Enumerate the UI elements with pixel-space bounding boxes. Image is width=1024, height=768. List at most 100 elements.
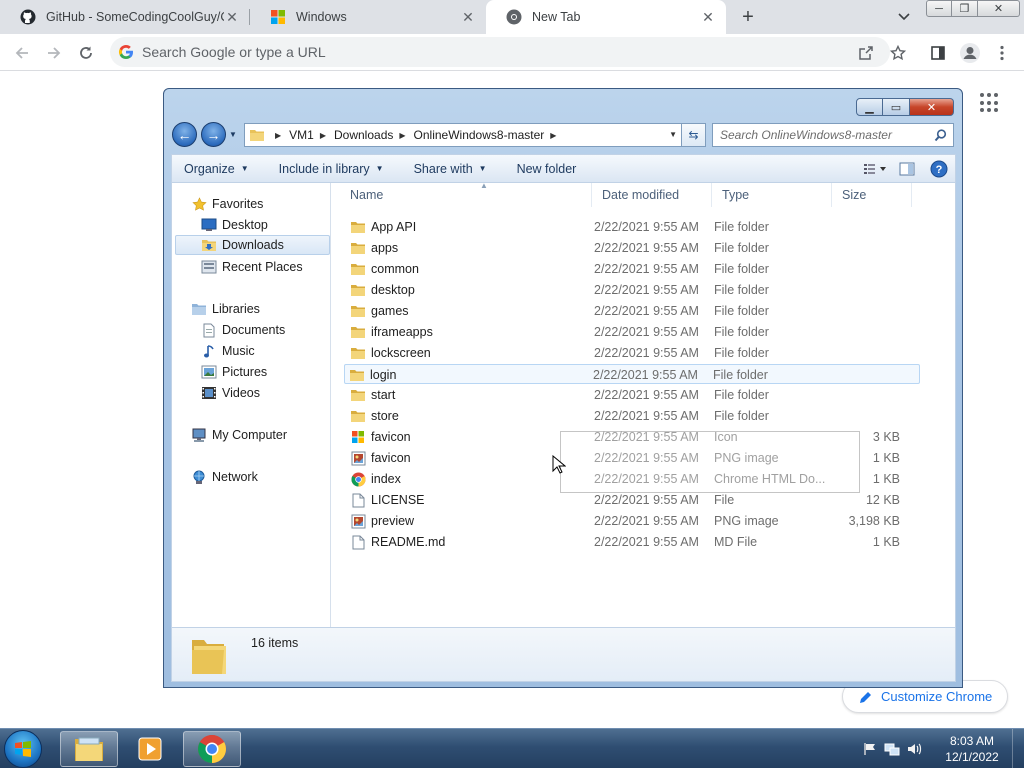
bookmark-star-icon[interactable] bbox=[886, 41, 910, 65]
share-icon[interactable] bbox=[854, 41, 878, 65]
start-button[interactable] bbox=[4, 730, 42, 768]
google-apps-grid-icon[interactable] bbox=[980, 93, 1000, 113]
browser-close-button[interactable]: ✕ bbox=[978, 0, 1020, 17]
close-tab-icon[interactable]: ✕ bbox=[700, 9, 716, 25]
column-header-name[interactable]: Name ▲ bbox=[340, 181, 592, 207]
nav-network[interactable]: Network bbox=[191, 467, 258, 487]
file-row[interactable]: desktop 2/22/2021 9:55 AM File folder bbox=[346, 280, 920, 300]
file-row[interactable]: LICENSE 2/22/2021 9:55 AM File 12 KB bbox=[346, 490, 920, 510]
explorer-minimize-button[interactable]: ▁ bbox=[856, 98, 883, 116]
windows-logo-icon bbox=[271, 10, 285, 24]
reload-button[interactable] bbox=[74, 41, 98, 65]
taskbar-explorer-button[interactable] bbox=[60, 731, 118, 767]
file-row[interactable]: apps 2/22/2021 9:55 AM File folder bbox=[346, 238, 920, 258]
address-history-dropdown-icon[interactable]: ▼ bbox=[669, 130, 677, 139]
file-row[interactable]: index 2/22/2021 9:55 AM Chrome HTML Do... 1… bbox=[346, 469, 920, 489]
omnibox[interactable] bbox=[110, 37, 890, 67]
column-header-date-modified[interactable]: Date modified bbox=[592, 183, 712, 207]
breadcrumb-root-arrow[interactable]: ▶ bbox=[269, 131, 289, 140]
nav-recent-places[interactable]: Recent Places bbox=[201, 257, 303, 277]
file-row[interactable]: iframeapps 2/22/2021 9:55 AM File folder bbox=[346, 322, 920, 342]
explorer-forward-button[interactable]: → bbox=[201, 122, 226, 147]
file-list-pane: Name ▲ Date modified Type Size App API 2/… bbox=[332, 181, 956, 627]
taskbar-media-player-button[interactable] bbox=[121, 731, 179, 767]
file-name: preview bbox=[371, 514, 415, 528]
share-with-menu-button[interactable]: Share with ▼ bbox=[414, 162, 487, 176]
explorer-address-bar[interactable]: ▶ VM1 ▶ Downloads ▶ OnlineWindows8-master ▶… bbox=[244, 123, 682, 147]
file-date-modified: 2/22/2021 9:55 AM bbox=[594, 514, 699, 528]
explorer-search-box[interactable] bbox=[712, 123, 954, 147]
file-row[interactable]: favicon 2/22/2021 9:55 AM PNG image 1 KB bbox=[346, 448, 920, 468]
explorer-refresh-button[interactable]: ⇆ bbox=[682, 123, 706, 147]
include-in-library-menu-button[interactable]: Include in library ▼ bbox=[279, 162, 384, 176]
show-desktop-button[interactable] bbox=[1012, 729, 1024, 768]
action-center-flag-icon[interactable] bbox=[860, 742, 880, 756]
nav-desktop[interactable]: Desktop bbox=[201, 215, 268, 235]
browser-restore-button[interactable]: ❐ bbox=[952, 0, 978, 17]
file-row[interactable]: favicon 2/22/2021 9:55 AM Icon 3 KB bbox=[346, 427, 920, 447]
tab-windows[interactable]: Windows ✕ bbox=[250, 0, 486, 34]
preview-pane-icon[interactable] bbox=[891, 157, 923, 181]
nav-downloads[interactable]: Downloads bbox=[175, 235, 330, 255]
file-row[interactable]: lockscreen 2/22/2021 9:55 AM File folder bbox=[346, 343, 920, 363]
organize-menu-button[interactable]: Organize ▼ bbox=[184, 162, 249, 176]
forward-button[interactable] bbox=[42, 41, 66, 65]
omnibox-input[interactable] bbox=[142, 44, 742, 60]
file-date-modified: 2/22/2021 9:55 AM bbox=[594, 325, 699, 339]
file-size bbox=[826, 301, 900, 321]
nav-libraries[interactable]: Libraries bbox=[191, 299, 260, 319]
close-tab-icon[interactable]: ✕ bbox=[460, 9, 476, 25]
change-view-icon[interactable] bbox=[859, 157, 891, 181]
back-button[interactable] bbox=[10, 41, 34, 65]
column-header-size[interactable]: Size bbox=[832, 183, 912, 207]
explorer-close-button[interactable]: ✕ bbox=[910, 98, 954, 116]
close-tab-icon[interactable]: ✕ bbox=[224, 9, 240, 25]
reload-icon bbox=[80, 46, 92, 59]
recent-pages-dropdown-icon[interactable]: ▼ bbox=[229, 130, 239, 140]
file-row[interactable]: common 2/22/2021 9:55 AM File folder bbox=[346, 259, 920, 279]
file-row[interactable]: store 2/22/2021 9:55 AM File folder bbox=[346, 406, 920, 426]
nav-documents[interactable]: Documents bbox=[201, 320, 285, 340]
film-strip-icon bbox=[201, 385, 217, 401]
explorer-search-input[interactable] bbox=[720, 128, 930, 142]
nav-favorites[interactable]: Favorites bbox=[191, 194, 263, 214]
tab-search-chevron-icon[interactable] bbox=[894, 7, 914, 27]
file-row[interactable]: start 2/22/2021 9:55 AM File folder bbox=[346, 385, 920, 405]
explorer-maximize-button[interactable]: ▭ bbox=[883, 98, 910, 116]
file-row[interactable]: games 2/22/2021 9:55 AM File folder bbox=[346, 301, 920, 321]
file-name-cell: common bbox=[350, 259, 600, 279]
image-file-icon bbox=[350, 513, 366, 529]
volume-speaker-icon[interactable] bbox=[904, 742, 926, 756]
new-folder-button[interactable]: New folder bbox=[517, 162, 577, 176]
browser-minimize-button[interactable]: ─ bbox=[926, 0, 952, 17]
network-status-icon[interactable] bbox=[880, 742, 904, 756]
file-size bbox=[826, 406, 900, 426]
breadcrumb-onlinewindows8-master[interactable]: OnlineWindows8-master ▶ bbox=[414, 128, 565, 142]
file-size: 3,198 KB bbox=[848, 514, 900, 528]
file-row[interactable]: README.md 2/22/2021 9:55 AM MD File 1 KB bbox=[346, 532, 920, 552]
file-date-modified: 2/22/2021 9:55 AM bbox=[594, 430, 699, 444]
explorer-caption-buttons: ▁ ▭ ✕ bbox=[856, 98, 954, 116]
side-panel-icon[interactable] bbox=[926, 41, 950, 65]
taskbar-chrome-button[interactable] bbox=[183, 731, 241, 767]
new-tab-button[interactable]: + bbox=[736, 5, 760, 29]
column-header-type[interactable]: Type bbox=[712, 183, 832, 207]
help-icon[interactable]: ? bbox=[923, 157, 955, 181]
breadcrumb-downloads[interactable]: Downloads ▶ bbox=[334, 128, 414, 142]
file-row[interactable]: App API 2/22/2021 9:55 AM File folder bbox=[346, 217, 920, 237]
explorer-back-button[interactable]: ← bbox=[172, 122, 197, 147]
nav-my-computer[interactable]: My Computer bbox=[191, 425, 287, 445]
chrome-menu-icon[interactable] bbox=[990, 41, 1014, 65]
google-g-icon bbox=[118, 44, 133, 60]
file-name-cell: README.md bbox=[350, 532, 600, 552]
nav-pictures[interactable]: Pictures bbox=[201, 362, 267, 382]
profile-avatar-icon[interactable] bbox=[958, 41, 982, 65]
nav-music[interactable]: Music bbox=[201, 341, 255, 361]
nav-videos[interactable]: Videos bbox=[201, 383, 260, 403]
breadcrumb-vm1[interactable]: VM1 ▶ bbox=[289, 128, 334, 142]
file-row[interactable]: preview 2/22/2021 9:55 AM PNG image 3,198 K… bbox=[346, 511, 920, 531]
tab-github[interactable]: GitHub - SomeCodingCoolGuy/C ✕ bbox=[0, 0, 250, 34]
file-row[interactable]: login 2/22/2021 9:55 AM File folder bbox=[344, 364, 920, 384]
taskbar-clock[interactable]: 8:03 AM 12/1/2022 bbox=[936, 733, 1008, 765]
tab-new-tab[interactable]: New Tab ✕ bbox=[486, 0, 726, 34]
